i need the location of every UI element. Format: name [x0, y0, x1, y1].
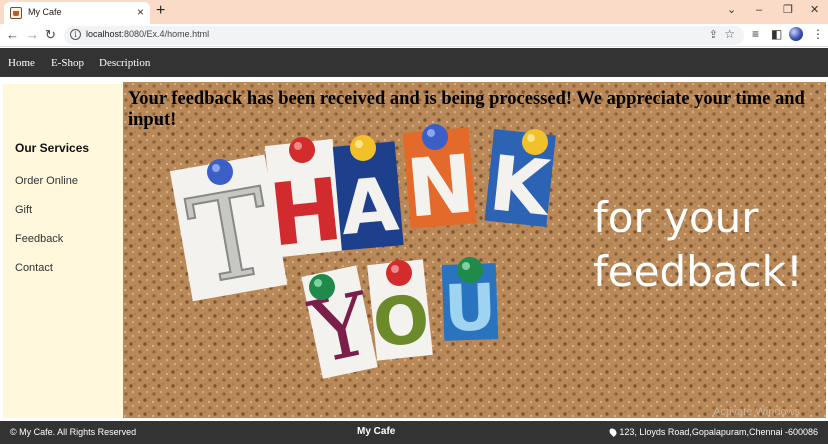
browser-toolbar: ← → ↻ i localhost:8080/Ex.4/home.html ⇪ …: [0, 24, 828, 47]
caption-for-your: for your: [593, 193, 759, 242]
location-pin-icon: [608, 427, 619, 437]
footer-address-text: 123, Lloyds Road,Gopalapuram,Chennai -60…: [619, 427, 818, 437]
bookmark-star-icon[interactable]: ☆: [724, 27, 735, 41]
url-host: localhost: [86, 29, 122, 39]
site-footer: © My Cafe. All Rights Reserved My Cafe 1…: [0, 421, 828, 444]
media-control-icon[interactable]: ≡: [752, 27, 759, 42]
svg-text:O: O: [369, 280, 433, 362]
services-sidebar: Our Services Order Online Gift Feedback …: [3, 84, 123, 418]
back-arrow-icon[interactable]: ←: [6, 27, 19, 42]
url-text[interactable]: localhost:8080/Ex.4/home.html: [86, 29, 209, 39]
svg-text:H: H: [265, 160, 347, 267]
footer-brand: My Cafe: [357, 426, 396, 437]
profile-avatar[interactable]: [789, 27, 803, 41]
browser-tab-strip: My Cafe × + ⌄ – ❐ ✕: [0, 0, 828, 24]
site-navbar: Home E-Shop Description: [0, 48, 828, 77]
address-bar[interactable]: i localhost:8080/Ex.4/home.html ⇪ ☆: [64, 26, 744, 45]
sidebar-item-order-online[interactable]: Order Online: [15, 175, 78, 187]
tab-search-icon[interactable]: ⌄: [727, 3, 736, 17]
svg-text:N: N: [403, 137, 478, 235]
side-panel-icon[interactable]: ◧: [771, 27, 782, 42]
nav-link-description[interactable]: Description: [99, 57, 150, 69]
browser-tab[interactable]: My Cafe ×: [4, 2, 150, 24]
footer-address: 123, Lloyds Road,Gopalapuram,Chennai -60…: [608, 427, 818, 437]
sidebar-item-gift[interactable]: Gift: [15, 204, 32, 216]
thank-you-banner: T H A N K Y O U for your feedback! Your …: [123, 82, 826, 418]
sidebar-item-contact[interactable]: Contact: [15, 262, 53, 274]
tab-title: My Cafe: [28, 7, 62, 17]
caption-feedback: feedback!: [593, 247, 803, 296]
feedback-heading: Your feedback has been received and is b…: [128, 89, 805, 130]
sidebar-item-feedback[interactable]: Feedback: [15, 233, 63, 245]
services-title: Our Services: [15, 141, 90, 155]
browser-menu-icon[interactable]: ⋮: [812, 27, 824, 42]
reload-icon[interactable]: ↻: [45, 27, 56, 42]
share-icon[interactable]: ⇪: [709, 28, 718, 41]
forward-arrow-icon[interactable]: →: [26, 27, 39, 42]
minimize-button[interactable]: –: [756, 3, 762, 17]
nav-link-eshop[interactable]: E-Shop: [51, 57, 84, 69]
activate-windows-watermark: Activate Windows: [713, 406, 800, 418]
restore-button[interactable]: ❐: [783, 3, 793, 17]
footer-copyright: © My Cafe. All Rights Reserved: [10, 427, 137, 437]
site-info-icon[interactable]: i: [70, 29, 81, 40]
svg-text:A: A: [337, 162, 402, 253]
url-path: :8080/Ex.4/home.html: [121, 29, 210, 39]
tab-close-icon[interactable]: ×: [137, 5, 144, 19]
new-tab-button[interactable]: +: [156, 2, 165, 20]
cafe-favicon-icon: [10, 7, 22, 19]
nav-link-home[interactable]: Home: [8, 57, 35, 69]
close-window-button[interactable]: ✕: [810, 3, 819, 17]
